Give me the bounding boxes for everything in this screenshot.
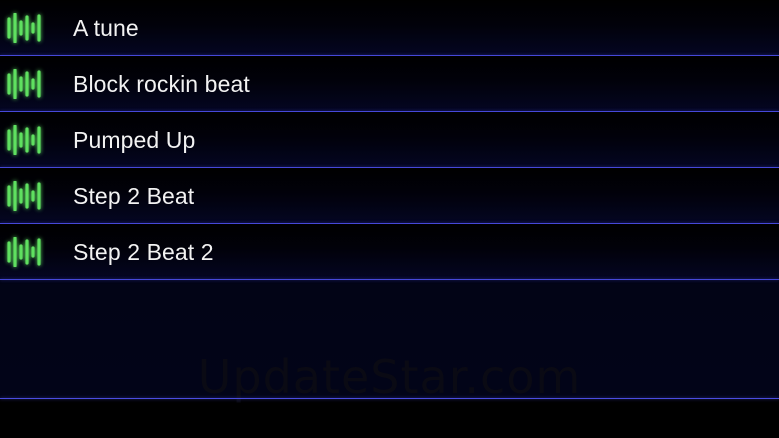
track-title: Step 2 Beat [73,183,195,209]
sound-wave-icon [7,125,41,155]
track-row[interactable]: Step 2 Beat 2 [0,224,779,280]
track-list: A tune Block rockin beat Pumped Up Step … [0,0,779,280]
track-title: A tune [73,15,139,41]
music-app-screen: A tune Block rockin beat Pumped Up Step … [0,0,779,438]
track-title: Block rockin beat [73,71,250,97]
bottom-divider [0,398,779,399]
track-row[interactable]: Step 2 Beat [0,168,779,224]
sound-wave-icon [7,69,41,99]
track-row[interactable]: Block rockin beat [0,56,779,112]
track-row[interactable]: Pumped Up [0,112,779,168]
track-title: Pumped Up [73,127,196,153]
track-title: Step 2 Beat 2 [73,239,214,265]
watermark: UpdateStar.com [197,350,582,404]
sound-wave-icon [7,237,41,267]
sound-wave-icon [7,13,41,43]
sound-wave-icon [7,181,41,211]
track-row[interactable]: A tune [0,0,779,56]
